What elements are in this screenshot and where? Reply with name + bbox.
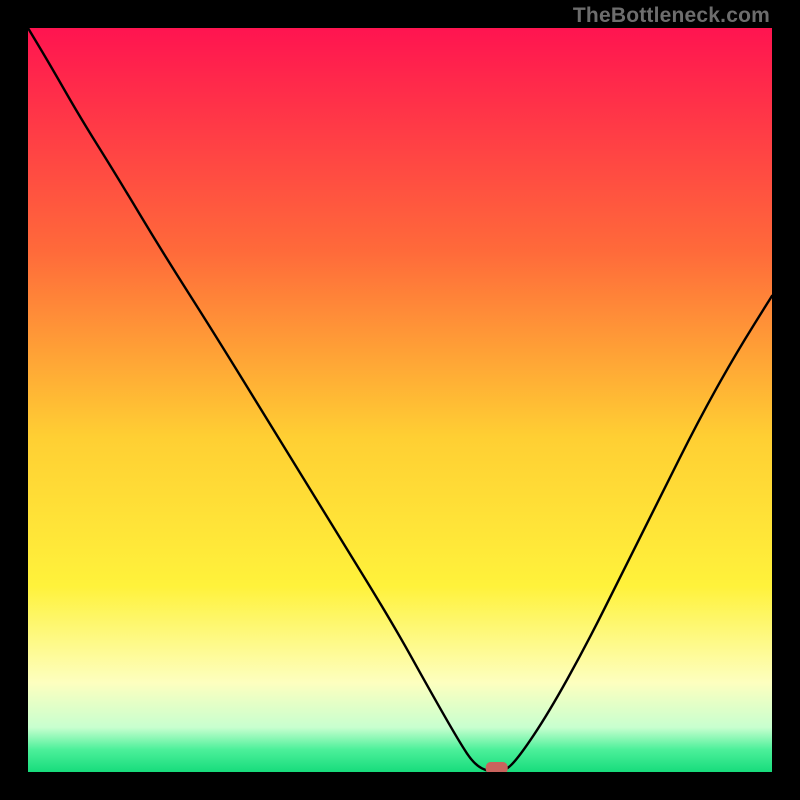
attribution-text: TheBottleneck.com [573,4,770,28]
optimal-marker [486,762,508,772]
bottleneck-chart-svg [28,28,772,772]
chart-frame: TheBottleneck.com [0,0,800,800]
plot-area [28,28,772,772]
gradient-background [28,28,772,772]
